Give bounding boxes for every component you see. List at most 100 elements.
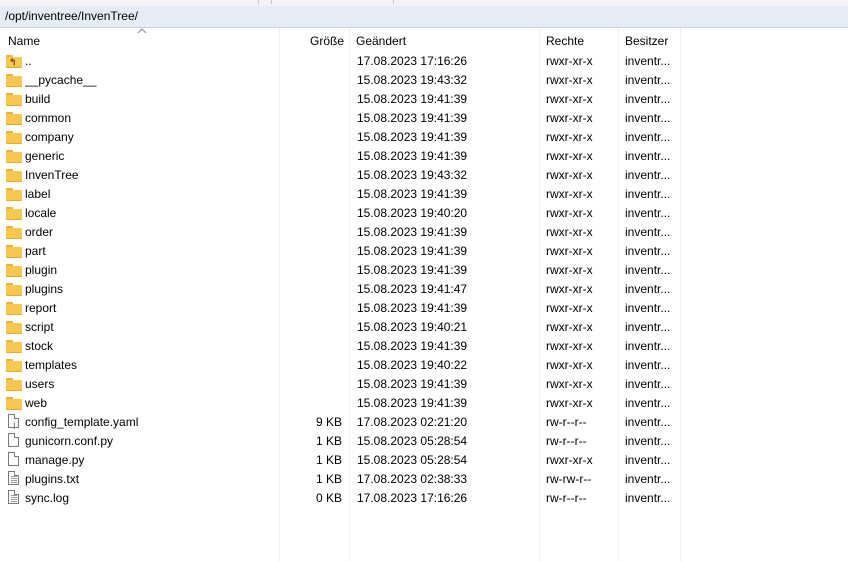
folder-row[interactable]: plugins 15.08.2023 19:41:47 rwxr-xr-x inven… [0,280,848,299]
file-owner: inventr... [625,282,671,296]
file-row[interactable]: ! config_template.yaml 9 KB 17.08.2023 02:2… [0,413,848,432]
column-owner-header[interactable]: Besitzer [619,28,681,52]
folder-row[interactable]: plugin 15.08.2023 19:41:39 rwxr-xr-x invent… [0,261,848,280]
folder-row[interactable]: report 15.08.2023 19:41:39 rwxr-xr-x invent… [0,299,848,318]
file-name: stock [25,339,54,353]
file-permissions: rwxr-xr-x [546,453,593,467]
file-modified: 15.08.2023 19:41:39 [357,301,468,315]
folder-icon [6,338,22,354]
file-size: 1 KB [315,472,342,486]
file-owner: inventr... [625,54,671,68]
folder-row[interactable]: part 15.08.2023 19:41:39 rwxr-xr-x inventr.… [0,242,848,261]
file-permissions: rw-r--r-- [546,434,587,448]
folder-row[interactable]: label 15.08.2023 19:41:39 rwxr-xr-x inventr… [0,185,848,204]
file-modified: 15.08.2023 19:41:39 [357,263,468,277]
folder-icon [6,395,22,411]
file-owner: inventr... [625,111,671,125]
folder-row[interactable]: InvenTree 15.08.2023 19:43:32 rwxr-xr-x inv… [0,166,848,185]
folder-row[interactable]: ↰.. 17.08.2023 17:16:26 rwxr-xr-x inventr..… [0,52,848,71]
file-permissions: rwxr-xr-x [546,149,593,163]
file-name: InvenTree [25,168,79,182]
column-size-header[interactable]: Größe [280,28,348,52]
file-modified: 17.08.2023 17:16:26 [357,491,468,505]
folder-row[interactable]: order 15.08.2023 19:41:39 rwxr-xr-x inventr… [0,223,848,242]
folder-row[interactable]: script 15.08.2023 19:40:21 rwxr-xr-x invent… [0,318,848,337]
file-owner: inventr... [625,491,671,505]
file-row[interactable]: plugins.txt 1 KB 17.08.2023 02:38:33 rw-rw-… [0,470,848,489]
file-modified: 15.08.2023 19:40:20 [357,206,468,220]
file-modified: 17.08.2023 02:21:20 [357,415,468,429]
folder-row[interactable]: users 15.08.2023 19:41:39 rwxr-xr-x inventr… [0,375,848,394]
folder-row[interactable]: __pycache__ 15.08.2023 19:43:32 rwxr-xr-x i… [0,71,848,90]
folder-row[interactable]: stock 15.08.2023 19:41:39 rwxr-xr-x inventr… [0,337,848,356]
file-row[interactable]: manage.py 1 KB 15.08.2023 05:28:54 rwxr-xr-… [0,451,848,470]
folder-icon [6,357,22,373]
file-owner: inventr... [625,263,671,277]
path-bar[interactable]: /opt/inventree/InvenTree/ [0,6,848,28]
folder-row[interactable]: company 15.08.2023 19:41:39 rwxr-xr-x inven… [0,128,848,147]
file-permissions: rwxr-xr-x [546,187,593,201]
file-size: 1 KB [315,453,342,467]
file-owner: inventr... [625,320,671,334]
file-permissions: rwxr-xr-x [546,206,593,220]
folder-row[interactable]: generic 15.08.2023 19:41:39 rwxr-xr-x inven… [0,147,848,166]
file-name: locale [25,206,57,220]
file-icon [6,433,22,449]
parent-folder-icon: ↰ [6,53,22,69]
column-header: Name Größe Geändert Rechte Besitzer [0,28,848,52]
file-size [280,71,342,90]
file-owner: inventr... [625,130,671,144]
folder-icon [6,262,22,278]
file-modified: 15.08.2023 19:41:39 [357,92,468,106]
toolbar-divider [393,0,394,4]
folder-row[interactable]: web 15.08.2023 19:41:39 rwxr-xr-x inventr..… [0,394,848,413]
folder-icon [6,281,22,297]
folder-icon [6,319,22,335]
file-name: common [25,111,72,125]
file-name: report [25,301,57,315]
current-path: /opt/inventree/InvenTree/ [5,9,138,23]
file-size [280,90,342,109]
folder-row[interactable]: templates 15.08.2023 19:40:22 rwxr-xr-x inv… [0,356,848,375]
file-icon [6,452,22,468]
folder-row[interactable]: common 15.08.2023 19:41:39 rwxr-xr-x invent… [0,109,848,128]
file-modified: 15.08.2023 19:41:39 [357,225,468,239]
file-modified: 15.08.2023 19:41:39 [357,187,468,201]
file-modified: 17.08.2023 17:16:26 [357,54,468,68]
file-modified: 15.08.2023 19:41:47 [357,282,468,296]
column-modified-header[interactable]: Geändert [350,28,538,52]
folder-icon [6,91,22,107]
sort-ascending-icon [137,28,147,34]
file-name: plugins.txt [25,472,80,486]
file-row[interactable]: sync.log 0 KB 17.08.2023 17:16:26 rw-r--r--… [0,489,848,508]
file-owner: inventr... [625,244,671,258]
file-size [280,147,342,166]
file-owner: inventr... [625,168,671,182]
file-modified: 15.08.2023 19:41:39 [357,149,468,163]
file-size [280,299,342,318]
file-name: company [25,130,74,144]
file-owner: inventr... [625,187,671,201]
file-owner: inventr... [625,92,671,106]
column-permissions-header[interactable]: Rechte [540,28,618,52]
file-permissions: rwxr-xr-x [546,92,593,106]
file-name: plugin [25,263,58,277]
text-file-icon [6,490,22,506]
file-permissions: rwxr-xr-x [546,111,593,125]
file-name: part [25,244,46,258]
file-modified: 15.08.2023 19:41:39 [357,130,468,144]
file-name: web [25,396,48,410]
file-size [280,261,342,280]
file-permissions: rwxr-xr-x [546,244,593,258]
folder-icon [6,148,22,164]
file-size [280,375,342,394]
file-size [280,166,342,185]
file-owner: inventr... [625,377,671,391]
file-row[interactable]: gunicorn.conf.py 1 KB 15.08.2023 05:28:54 r… [0,432,848,451]
folder-row[interactable]: build 15.08.2023 19:41:39 rwxr-xr-x inventr… [0,90,848,109]
file-name: generic [25,149,65,163]
file-permissions: rwxr-xr-x [546,282,593,296]
file-name: templates [25,358,78,372]
file-size [280,204,342,223]
folder-row[interactable]: locale 15.08.2023 19:40:20 rwxr-xr-x invent… [0,204,848,223]
